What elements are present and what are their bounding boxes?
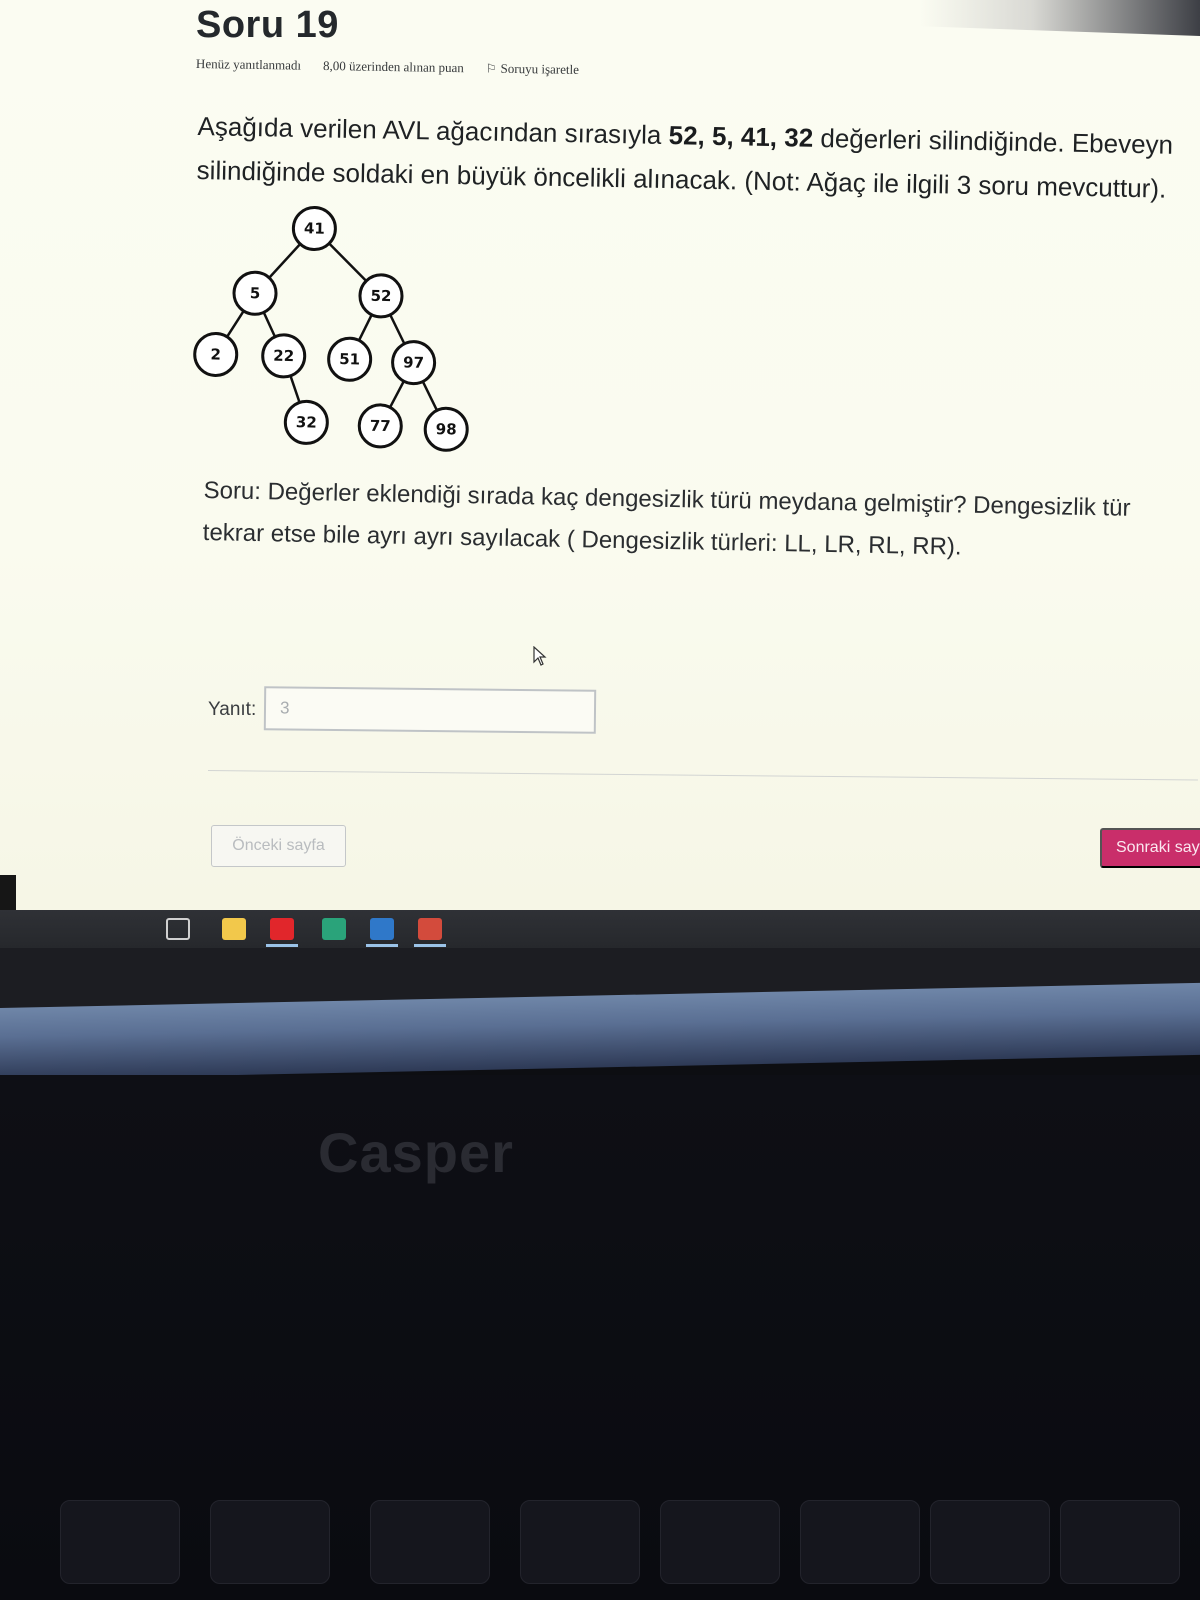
question-title: Soru 19 <box>196 4 339 46</box>
app-icon[interactable] <box>418 918 442 940</box>
question-info-row: Henüz yanıtlanmadı 8,00 üzerinden alınan… <box>196 56 579 78</box>
keyboard-key <box>1060 1500 1180 1584</box>
node-label: 5 <box>250 284 261 302</box>
node-label: 2 <box>210 345 221 363</box>
flag-question-label: Soruyu işaretle <box>500 60 580 78</box>
question-text: Aşağıda verilen AVL ağacından sırasıyla … <box>196 104 1200 211</box>
question-status: Henüz yanıtlanmadı <box>195 56 302 73</box>
tree-node: 41 <box>291 206 337 252</box>
keyboard-key <box>930 1500 1050 1584</box>
keyboard-key <box>210 1500 330 1584</box>
question-points: 8,00 üzerinden alınan puan <box>322 57 464 76</box>
keyboard-key <box>660 1500 780 1584</box>
mouse-cursor-icon <box>533 646 547 666</box>
keyboard-key <box>60 1500 180 1584</box>
next-page-button[interactable]: Sonraki sayfa <box>1100 828 1200 868</box>
windows-taskbar <box>0 910 1200 948</box>
tree-node: 5 <box>232 270 278 316</box>
active-app-indicator <box>366 944 398 947</box>
avl-tree-diagram: 41 5 52 2 22 51 97 32 77 98 <box>193 206 469 452</box>
sub-question-text: Soru: Değerler eklendiği sırada kaç deng… <box>202 470 1200 573</box>
keyboard-key <box>370 1500 490 1584</box>
brand-logo: Casper <box>318 1121 514 1184</box>
screen-left-edge <box>0 875 16 910</box>
screen-corner-edge <box>920 0 1200 37</box>
opera-icon[interactable] <box>270 918 294 940</box>
task-view-icon[interactable] <box>166 918 190 940</box>
question-text-suffix: değerleri silindiğinde. Ebeveyn <box>812 122 1174 160</box>
active-app-indicator <box>414 944 446 947</box>
tree-node: 51 <box>327 336 373 382</box>
answer-input[interactable] <box>264 686 597 734</box>
monitor-screen: Soru 19 Henüz yanıtlanmadı 8,00 üzerinde… <box>0 0 1200 910</box>
tree-node: 77 <box>357 403 403 449</box>
flag-icon: ⚐ <box>485 61 497 76</box>
tree-node: 52 <box>358 273 404 319</box>
keyboard-key <box>520 1500 640 1584</box>
app-icon[interactable] <box>370 918 394 940</box>
node-label: 98 <box>436 420 457 438</box>
tree-edges <box>214 227 448 430</box>
tree-node: 97 <box>391 340 437 386</box>
node-label: 51 <box>339 350 360 368</box>
answer-row: Yanıt: <box>208 686 597 734</box>
node-label: 32 <box>296 413 317 431</box>
tree-node: 98 <box>423 406 469 452</box>
active-app-indicator <box>266 944 298 947</box>
answer-label: Yanıt: <box>208 699 257 720</box>
node-label: 41 <box>304 219 325 237</box>
node-label: 97 <box>403 353 424 371</box>
tree-node: 22 <box>261 333 307 379</box>
question-text-prefix: Aşağıda verilen AVL ağacından sırasıyla <box>197 110 669 151</box>
previous-page-button[interactable]: Önceki sayfa <box>211 825 346 867</box>
flag-question-link[interactable]: ⚐ Soruyu işaretle <box>486 61 579 78</box>
file-explorer-icon[interactable] <box>222 918 246 940</box>
question-deleted-values: 52, 5, 41, 32 <box>668 120 814 153</box>
node-label: 77 <box>370 417 391 435</box>
tree-node: 2 <box>193 331 239 377</box>
node-label: 52 <box>370 287 391 305</box>
keyboard-key <box>800 1500 920 1584</box>
tree-node: 32 <box>283 399 329 445</box>
section-divider <box>207 770 1198 781</box>
app-icon[interactable] <box>322 918 346 940</box>
node-label: 22 <box>273 347 294 365</box>
